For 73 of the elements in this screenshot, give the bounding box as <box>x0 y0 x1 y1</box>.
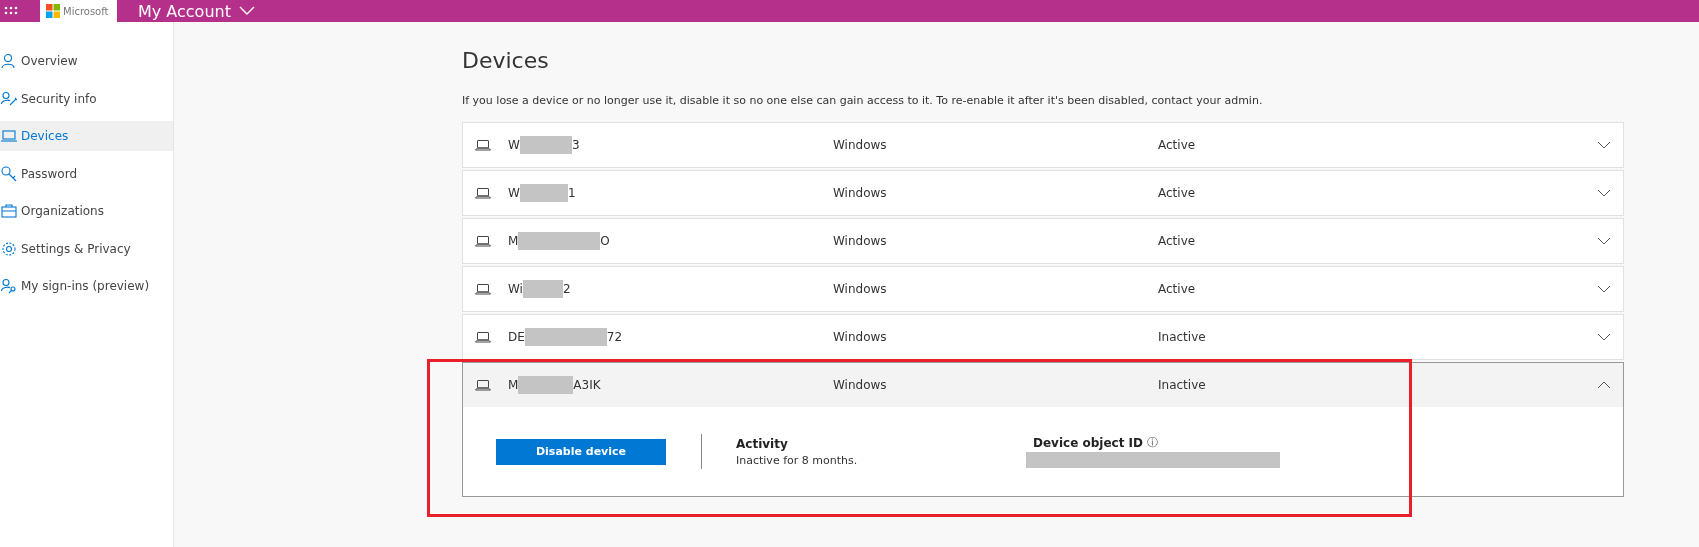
redaction-bar <box>519 184 568 202</box>
logo-text: Microsoft <box>63 5 109 17</box>
chevron-down-icon[interactable] <box>1597 333 1611 341</box>
device-name-start: Wi <box>508 282 523 296</box>
laptop-icon <box>475 187 491 199</box>
device-status: Active <box>1158 138 1197 152</box>
laptop-icon <box>1 128 17 144</box>
chevron-up-icon[interactable] <box>1597 381 1611 389</box>
device-os: Windows <box>833 186 888 200</box>
device-name-start: M <box>508 234 519 248</box>
device-os: Windows <box>833 330 888 344</box>
sidebar-item[interactable]: Organizations <box>0 196 173 226</box>
key-icon <box>1 165 17 182</box>
person-key-icon <box>1 278 17 294</box>
sidebar-item[interactable]: Security info <box>0 83 173 114</box>
logo-icon <box>46 4 60 18</box>
device-status: Active <box>1158 282 1197 296</box>
redaction-bar <box>518 376 574 394</box>
chevron-down-icon[interactable] <box>1597 189 1611 197</box>
device-status: Inactive <box>1158 330 1207 344</box>
device-name-start: W <box>508 186 520 200</box>
chevron-down-icon[interactable] <box>1597 285 1611 293</box>
sidebar-item[interactable]: Devices <box>0 121 173 151</box>
laptop-icon <box>475 331 491 343</box>
sidebar-item[interactable]: My sign-ins (preview) <box>0 271 173 301</box>
chevron-down-icon[interactable] <box>1597 237 1611 245</box>
device-status: Active <box>1158 234 1197 248</box>
chevron-down-icon <box>238 6 255 16</box>
disable-device-button[interactable]: Disable device <box>496 438 666 465</box>
redaction-bar <box>522 280 563 298</box>
device-status: Inactive <box>1158 378 1207 392</box>
device-os: Windows <box>833 234 888 248</box>
device-row[interactable]: M O Windows Active <box>463 219 1623 263</box>
device-name-start: W <box>508 138 520 152</box>
person-pen-icon <box>1 90 17 107</box>
device-row[interactable]: W 1 Windows Active <box>463 171 1623 215</box>
device-os: Windows <box>833 138 888 152</box>
laptop-icon <box>475 139 491 151</box>
laptop-icon <box>475 379 491 391</box>
activity-value: Inactive for 8 months. <box>736 453 859 467</box>
device-name-end: 72 <box>606 330 623 344</box>
briefcase-icon <box>1 203 17 219</box>
laptop-icon <box>475 235 491 247</box>
person-icon <box>1 53 17 69</box>
sidebar-item[interactable]: Settings & Privacy <box>0 233 173 264</box>
device-row[interactable]: M A3IK Windows Inactive <box>463 363 1623 407</box>
laptop-icon <box>475 283 491 295</box>
device-status: Active <box>1158 186 1197 200</box>
logo-tab[interactable]: Microsoft <box>40 0 117 22</box>
page-title: Devices <box>462 48 550 75</box>
device-name-end: A3IK <box>573 378 601 392</box>
device-row[interactable]: DE 72 Windows Inactive <box>463 315 1623 359</box>
device-name-start: M <box>508 378 519 392</box>
info-icon[interactable]: ⓘ <box>1147 435 1158 450</box>
device-name-end: 1 <box>567 186 576 200</box>
device-os: Windows <box>833 282 888 296</box>
device-name-end: O <box>600 234 610 248</box>
activity-label: Activity <box>736 436 789 451</box>
device-id-label: Device object ID <box>1033 435 1143 450</box>
device-row[interactable]: Wi 2 Windows Active <box>463 267 1623 311</box>
sidebar-item[interactable]: Password <box>0 158 173 189</box>
device-os: Windows <box>833 378 888 392</box>
account-menu[interactable]: My Account <box>138 1 255 21</box>
gear-icon <box>1 240 17 257</box>
device-row[interactable]: W 3 Windows Active <box>463 123 1623 167</box>
page-description: If you lose a device or no longer use it, disable it so no one else can gain access to it. To re-enable it after it's been disabled, contact your admin. <box>462 94 1264 107</box>
sidebar-item[interactable]: Overview <box>0 46 173 76</box>
device-name-start: DE <box>508 330 525 344</box>
chevron-down-icon[interactable] <box>1597 141 1611 149</box>
device-name-end: 2 <box>562 282 571 296</box>
app-launcher-icon[interactable] <box>4 6 18 16</box>
device-name-end: 3 <box>571 138 580 152</box>
redaction-bar <box>519 136 572 154</box>
